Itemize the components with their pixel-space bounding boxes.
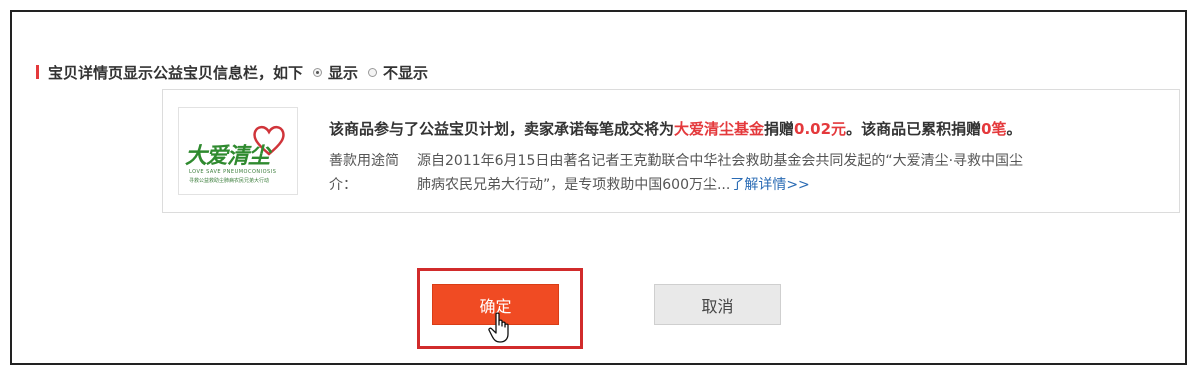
logo-subtitle-en: LOVE SAVE PNEUMOCONIOSIS xyxy=(189,169,277,175)
logo-brand-text: 大爱清尘 xyxy=(185,143,270,169)
more-details-link[interactable]: 了解详情>> xyxy=(730,177,809,193)
charity-info-box: 大爱清尘 LOVE SAVE PNEUMOCONIOSIS 寻救公益救助尘肺病农… xyxy=(162,89,1180,213)
display-setting-row: 宝贝详情页显示公益宝贝信息栏，如下 显示 不显示 xyxy=(36,61,428,83)
desc-label: 善款用途简介： xyxy=(329,153,399,193)
dialog-frame: 宝贝详情页显示公益宝贝信息栏，如下 显示 不显示 大爱清尘 LOVE SAVE … xyxy=(10,10,1187,365)
fund-name: 大爱清尘基金 xyxy=(674,120,765,138)
radio-hide[interactable]: 不显示 xyxy=(368,62,428,83)
radio-hide-label: 不显示 xyxy=(383,63,429,82)
headline-post: 。该商品已累积捐赠 xyxy=(846,120,982,138)
cancel-button[interactable]: 取消 xyxy=(654,284,781,325)
logo-subtitle-cn: 寻救公益救助尘肺病农民兄弟大行动 xyxy=(189,178,270,184)
desc-line-1: 源自2011年6月15日由著名记者王克勤联合中华社会救助基金会共同发起的“大爱清… xyxy=(417,153,1024,169)
donation-count: 0笔 xyxy=(981,120,1007,138)
section-marker xyxy=(36,65,39,79)
headline-pre: 该商品参与了公益宝贝计划，卖家承诺每笔成交将为 xyxy=(329,120,675,138)
radio-hide-dot[interactable] xyxy=(368,67,378,77)
desc-line-2: 肺病农民兄弟大行动”，是专项救助中国600万尘... xyxy=(417,177,731,193)
radio-show[interactable]: 显示 xyxy=(313,62,358,83)
setting-title: 宝贝详情页显示公益宝贝信息栏，如下 xyxy=(48,63,304,82)
desc-line-2-wrap: 肺病农民兄弟大行动”，是专项救助中国600万尘...了解详情>> xyxy=(417,173,1157,197)
headline-mid: 捐赠 xyxy=(764,120,795,138)
radio-show-label: 显示 xyxy=(328,63,359,82)
charity-logo: 大爱清尘 LOVE SAVE PNEUMOCONIOSIS 寻救公益救助尘肺病农… xyxy=(178,107,298,195)
charity-description: 源自2011年6月15日由著名记者王克勤联合中华社会救助基金会共同发起的“大爱清… xyxy=(417,149,1157,197)
radio-show-dot[interactable] xyxy=(313,67,323,77)
charity-headline: 该商品参与了公益宝贝计划，卖家承诺每笔成交将为大爱清尘基金捐赠0.02元。该商品… xyxy=(329,118,1022,139)
donation-amount: 0.02元 xyxy=(794,120,847,138)
hand-cursor-icon xyxy=(488,312,509,343)
headline-end: 。 xyxy=(1006,120,1022,138)
